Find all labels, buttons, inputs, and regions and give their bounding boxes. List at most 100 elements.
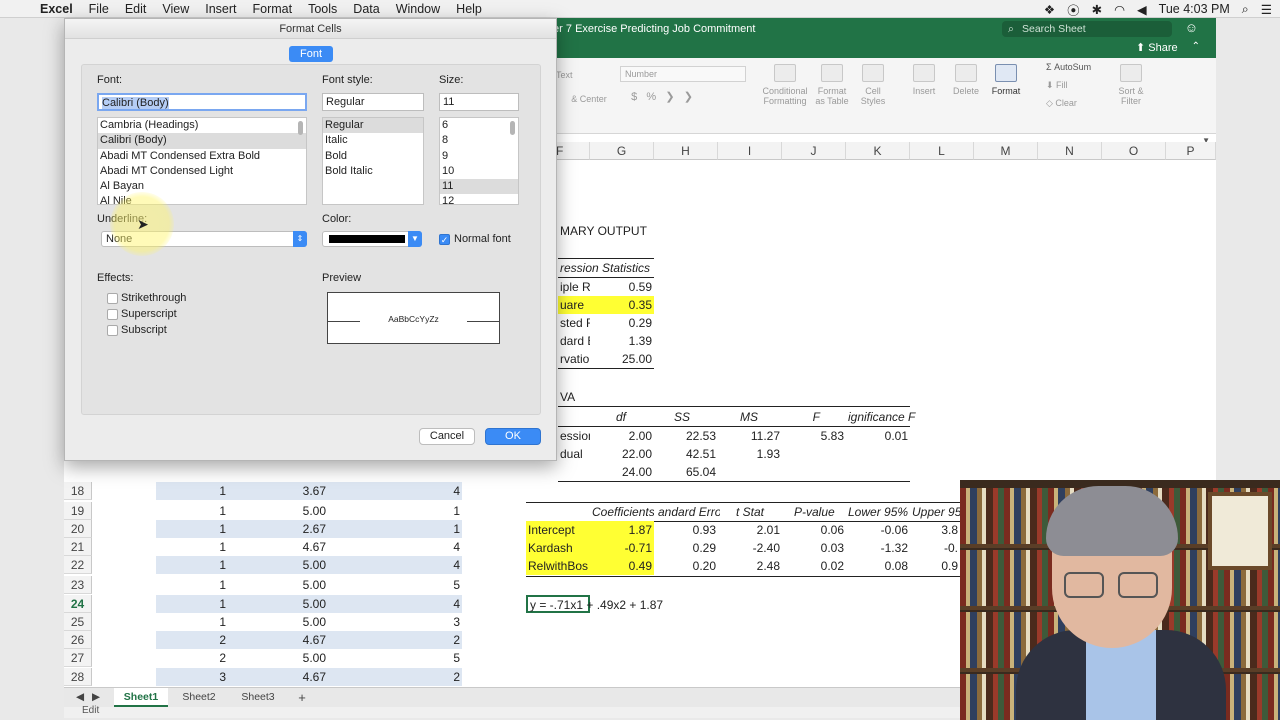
stat-value-standard-error[interactable]: 1.39 <box>590 332 654 350</box>
coef-upper[interactable]: 0.9 <box>910 557 960 575</box>
font-list-item[interactable]: Abadi MT Condensed Light <box>98 164 306 179</box>
anova-ms[interactable]: 11.27 <box>718 427 782 445</box>
dropbox-icon[interactable]: ❖ <box>1044 2 1055 17</box>
bluetooth-icon[interactable]: ✱ <box>1092 2 1102 17</box>
menu-insert[interactable]: Insert <box>205 2 236 16</box>
data-cell[interactable]: 3 <box>328 613 462 631</box>
coef-lower[interactable]: -0.06 <box>846 521 910 539</box>
coef-label-relwithbos[interactable]: RelwithBos <box>526 557 590 575</box>
format-as-table-button[interactable]: Format as Table <box>812 64 852 106</box>
font-list-item-selected[interactable]: Calibri (Body) <box>98 133 306 149</box>
coef-lower[interactable]: -1.32 <box>846 539 910 557</box>
font-style-item[interactable]: Italic <box>323 133 423 148</box>
app-menu[interactable]: Excel <box>40 2 73 16</box>
font-style-input[interactable]: Regular <box>322 93 424 111</box>
coef-header-lower-95[interactable]: Lower 95% <box>846 503 910 521</box>
coef-value-intercept[interactable]: 1.87 <box>590 521 654 539</box>
coef-label-kardash[interactable]: Kardash <box>526 539 590 557</box>
cancel-button[interactable]: Cancel <box>419 428 475 445</box>
summary-output-label[interactable]: MARY OUTPUT <box>558 222 678 240</box>
sheet-tab-2[interactable]: Sheet2 <box>172 688 226 707</box>
spotlight-icon[interactable]: ⌕ <box>1242 2 1249 17</box>
wifi-icon[interactable]: ◠ <box>1114 2 1125 17</box>
column-header-o[interactable]: O <box>1102 142 1166 160</box>
strikethrough-checkbox[interactable] <box>107 293 118 304</box>
coef-value-kardash[interactable]: -0.71 <box>590 539 654 557</box>
anova-header-ms[interactable]: MS <box>718 408 760 426</box>
data-cell[interactable]: 2 <box>328 631 462 649</box>
coef-header-coefficients[interactable]: Coefficients <box>590 503 654 521</box>
column-header-l[interactable]: L <box>910 142 974 160</box>
data-cell[interactable]: 5.00 <box>228 576 328 594</box>
coef-lower[interactable]: 0.08 <box>846 557 910 575</box>
column-header-p[interactable]: P <box>1166 142 1216 160</box>
clear-button[interactable]: ◇ Clear <box>1046 98 1106 108</box>
font-size-scrollbar[interactable] <box>510 121 515 135</box>
font-size-item[interactable]: 12 <box>440 194 518 204</box>
conditional-formatting-button[interactable]: Conditional Formatting <box>760 64 810 106</box>
column-header-h[interactable]: H <box>654 142 718 160</box>
collapse-ribbon-icon[interactable]: ⌃ <box>1192 41 1200 52</box>
menu-help[interactable]: Help <box>456 2 482 16</box>
anova-header-ss[interactable]: SS <box>654 408 692 426</box>
data-cell[interactable]: 2 <box>328 668 462 686</box>
menu-window[interactable]: Window <box>396 2 440 16</box>
row-header[interactable]: 26 <box>64 631 92 649</box>
font-style-list[interactable]: Regular Italic Bold Bold Italic <box>322 117 424 205</box>
coef-label-intercept[interactable]: Intercept <box>526 521 590 539</box>
column-header-i[interactable]: I <box>718 142 782 160</box>
delete-cells-button[interactable]: Delete <box>948 64 984 96</box>
coef-se[interactable]: 0.29 <box>654 539 718 557</box>
row-header[interactable]: 28 <box>64 668 92 686</box>
record-icon[interactable]: ⦿ <box>1067 0 1080 19</box>
menu-view[interactable]: View <box>162 2 189 16</box>
insert-cells-button[interactable]: Insert <box>906 64 942 96</box>
menu-edit[interactable]: Edit <box>125 2 147 16</box>
number-format-buttons[interactable]: $ % ❯ ❯ <box>620 90 704 104</box>
search-sheet-input[interactable]: ⌕ Search Sheet <box>1002 21 1172 37</box>
row-header[interactable]: 19 <box>64 502 92 520</box>
anova-header-significance-f[interactable]: ignificance F <box>846 408 920 426</box>
font-size-item-selected[interactable]: 11 <box>440 179 518 195</box>
anova-significance[interactable]: 0.01 <box>846 427 910 445</box>
row-header[interactable]: 21 <box>64 538 92 556</box>
data-cell[interactable]: 5 <box>328 649 462 667</box>
data-cell[interactable]: 4.67 <box>228 668 328 686</box>
sheet-tab-1[interactable]: Sheet1 <box>114 688 168 707</box>
row-header-selected[interactable]: 24 <box>64 595 92 613</box>
data-cell[interactable]: 2.67 <box>228 520 328 538</box>
row-header[interactable]: 20 <box>64 520 92 538</box>
ok-button[interactable]: OK <box>485 428 541 445</box>
coef-header-upper-95[interactable]: Upper 95 <box>910 503 960 521</box>
data-cell[interactable]: 1 <box>328 502 462 520</box>
stat-label-adjusted-r[interactable]: sted R <box>558 314 590 332</box>
data-cell[interactable]: 4 <box>328 482 462 500</box>
regression-equation[interactable]: y = -.71x1 + .49x2 + 1.87 <box>528 596 728 614</box>
data-cell[interactable]: 1 <box>156 482 228 500</box>
number-format-select[interactable]: Number <box>620 66 746 82</box>
share-button[interactable]: ⬆ Share <box>1136 41 1178 54</box>
data-cell[interactable]: 4 <box>328 538 462 556</box>
font-size-item[interactable]: 8 <box>440 133 518 148</box>
coef-header-p-value[interactable]: P-value <box>792 503 846 521</box>
menu-format[interactable]: Format <box>253 2 293 16</box>
clock[interactable]: Tue 4:03 PM <box>1159 2 1230 16</box>
anova-ss[interactable]: 42.51 <box>654 445 718 463</box>
anova-ss[interactable]: 65.04 <box>654 463 718 481</box>
data-cell[interactable]: 1 <box>328 520 462 538</box>
menu-tools[interactable]: Tools <box>308 2 337 16</box>
font-size-list[interactable]: 6 8 9 10 11 12 <box>439 117 519 205</box>
data-cell[interactable]: 3.67 <box>228 482 328 500</box>
sheet-tab-3[interactable]: Sheet3 <box>230 688 286 707</box>
coef-t[interactable]: 2.48 <box>718 557 782 575</box>
data-cell[interactable]: 1 <box>156 502 228 520</box>
volume-icon[interactable]: ◀ <box>1137 2 1147 17</box>
data-cell[interactable]: 5.00 <box>228 556 328 574</box>
column-header-g[interactable]: G <box>590 142 654 160</box>
ribbon-text-control[interactable]: Text <box>556 70 596 80</box>
tab-font[interactable]: Font <box>289 46 333 62</box>
column-header-m[interactable]: M <box>974 142 1038 160</box>
data-cell[interactable]: 5 <box>328 576 462 594</box>
row-header[interactable]: 23 <box>64 576 92 594</box>
stat-label-multiple-r[interactable]: iple R <box>558 278 590 296</box>
